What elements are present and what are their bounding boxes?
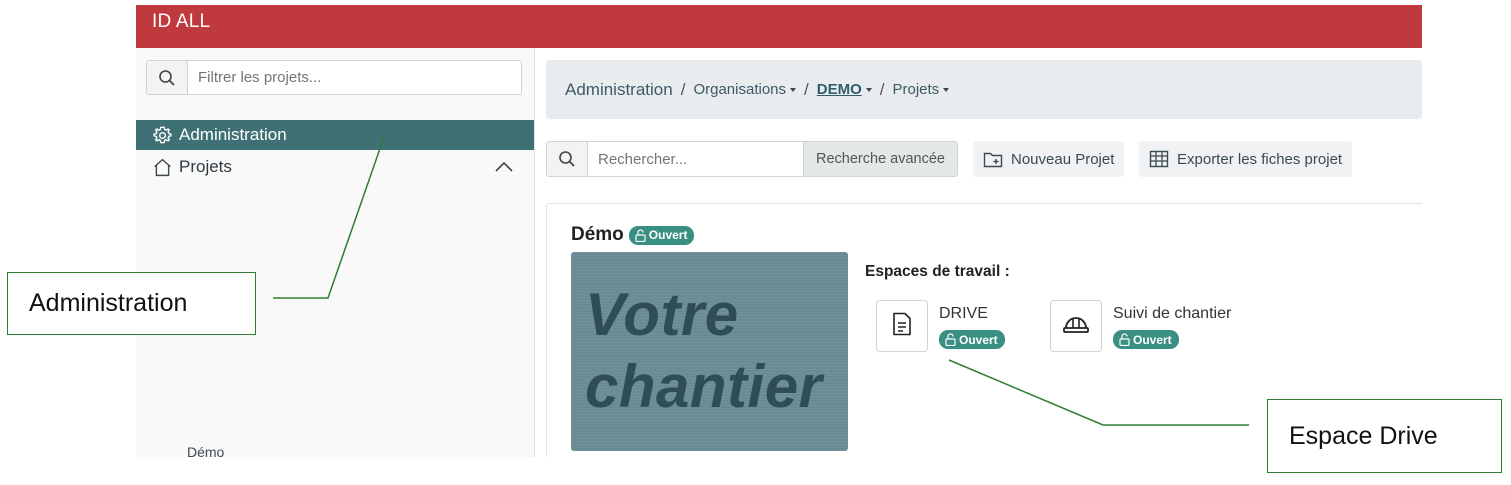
callout-espace-drive: Espace Drive: [1267, 399, 1502, 473]
breadcrumb-projets[interactable]: Projets: [892, 81, 950, 98]
workspace-name: DRIVE: [939, 305, 988, 322]
sidebar-item-label: Administration: [179, 125, 287, 144]
gear-icon: [152, 124, 174, 146]
unlock-icon: [635, 228, 646, 242]
app-window: ID ALL Administration Projets Démo: [136, 5, 1422, 457]
search-icon[interactable]: [147, 61, 188, 94]
workspace-suivi-chantier[interactable]: Suivi de chantier Ouvert: [1050, 300, 1231, 352]
callout-administration: Administration: [7, 272, 256, 335]
caret-down-icon: [943, 88, 950, 93]
unlock-icon: [1119, 333, 1130, 346]
breadcrumb-demo[interactable]: DEMO: [817, 81, 872, 98]
breadcrumb: Administration / Organisations / DEMO / …: [546, 60, 1422, 119]
sidebar-project-demo[interactable]: Démo: [187, 444, 224, 457]
filter-projects-input[interactable]: [188, 61, 521, 94]
workspaces-title: Espaces de travail :: [865, 263, 1010, 280]
search-input[interactable]: [588, 143, 804, 175]
main-content: Administration / Organisations / DEMO / …: [535, 48, 1422, 457]
breadcrumb-organisations[interactable]: Organisations: [693, 81, 797, 98]
status-badge: Ouvert: [628, 225, 695, 245]
caret-down-icon: [865, 88, 872, 93]
sidebar-item-projets[interactable]: Projets: [136, 152, 534, 182]
table-icon: [1149, 150, 1169, 168]
project-filter: [146, 60, 522, 95]
project-search: Recherche avancée: [546, 141, 958, 177]
toolbar: Recherche avancée Nouveau Projet Exporte…: [546, 141, 1422, 177]
sidebar-item-label: Projets: [179, 157, 232, 176]
home-icon: [152, 156, 174, 178]
new-project-button[interactable]: Nouveau Projet: [973, 141, 1125, 177]
advanced-search-button[interactable]: Recherche avancée: [803, 142, 957, 176]
helmet-icon: [1062, 313, 1090, 340]
workspace-drive[interactable]: DRIVE Ouvert: [876, 300, 1005, 352]
breadcrumb-root[interactable]: Administration: [565, 80, 673, 100]
status-badge: Ouvert: [939, 330, 1005, 349]
caret-down-icon: [790, 88, 797, 93]
sidebar-item-administration[interactable]: Administration: [136, 120, 534, 150]
search-icon[interactable]: [547, 142, 588, 176]
workspace-drive-tile[interactable]: [876, 300, 928, 352]
app-title: ID ALL: [152, 11, 211, 32]
app-header: ID ALL: [136, 5, 1422, 48]
sidebar: Administration Projets Démo: [136, 48, 535, 457]
export-button[interactable]: Exporter les fiches projet: [1139, 141, 1353, 177]
project-image[interactable]: Votre chantier: [571, 252, 848, 451]
chevron-up-icon[interactable]: [494, 158, 514, 178]
workspace-name: Suivi de chantier: [1113, 305, 1232, 322]
unlock-icon: [945, 333, 956, 346]
workspace-suivi-tile[interactable]: [1050, 300, 1102, 352]
document-icon: [892, 312, 912, 341]
project-title[interactable]: Démo Ouvert: [571, 224, 695, 246]
status-badge: Ouvert: [1113, 330, 1179, 349]
new-folder-icon: [983, 151, 1003, 168]
